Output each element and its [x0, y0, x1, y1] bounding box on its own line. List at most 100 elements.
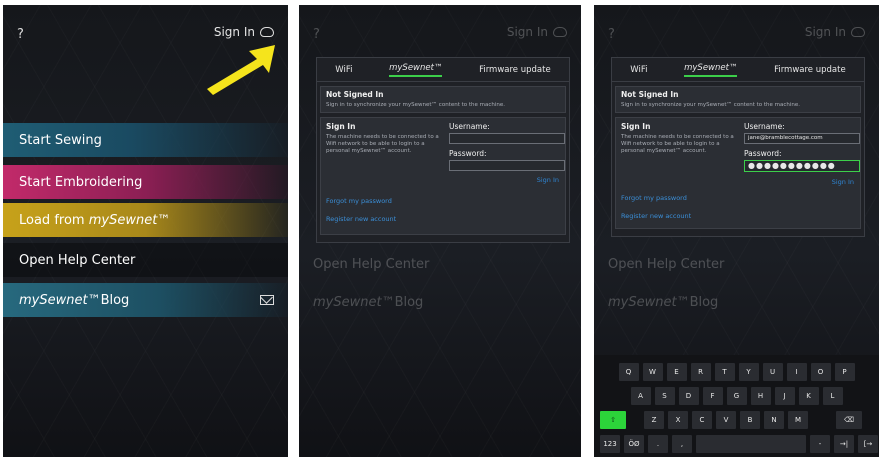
tab-firmware-update[interactable]: Firmware update — [479, 65, 551, 75]
start-sewing-button[interactable]: Start Sewing — [3, 123, 288, 157]
keyboard-row-2: A S D F G H J K L — [594, 387, 879, 405]
ghost-blog: mySewnet™ Blog — [608, 294, 719, 310]
key-l[interactable]: L — [822, 387, 843, 405]
dialog-tabs: WiFi mySewnet™ Firmware update — [317, 58, 569, 82]
help-button: ? — [313, 27, 320, 42]
register-account-link[interactable]: Register new account — [326, 215, 396, 223]
key-q[interactable]: Q — [618, 363, 639, 381]
key-e[interactable]: E — [666, 363, 687, 381]
key-shift[interactable]: ⇧ — [600, 411, 626, 429]
status-text: Sign in to synchronize your mySewnet™ co… — [621, 102, 801, 108]
key-x[interactable]: X — [668, 411, 688, 429]
password-input[interactable] — [449, 160, 565, 171]
key-t[interactable]: T — [714, 363, 735, 381]
on-screen-keyboard: Q W E R T Y U I O P A S D F G H J K L ⇧ … — [594, 355, 879, 457]
status-title: Not Signed In — [621, 90, 679, 99]
key-comma[interactable]: , — [672, 435, 692, 453]
login-box: Sign In The machine needs to be connecte… — [320, 117, 566, 235]
key-dash[interactable]: - — [810, 435, 830, 453]
forgot-password-link[interactable]: Forgot my password — [326, 197, 392, 205]
key-f[interactable]: F — [702, 387, 723, 405]
key-o[interactable]: O — [810, 363, 831, 381]
username-label: Username: — [744, 122, 785, 131]
sign-in-button[interactable]: Sign In — [214, 25, 274, 39]
key-enter[interactable]: [→ — [858, 435, 878, 453]
tab-wifi[interactable]: WiFi — [335, 65, 352, 75]
sign-in-submit-button[interactable]: Sign In — [832, 178, 854, 186]
ghost-help-center: Open Help Center — [313, 256, 430, 272]
key-backspace[interactable]: ⌫ — [836, 411, 862, 429]
key-i[interactable]: I — [786, 363, 807, 381]
key-period[interactable]: . — [648, 435, 668, 453]
ghost-blog: mySewnet™ Blog — [313, 294, 424, 310]
tab-wifi[interactable]: WiFi — [630, 65, 647, 75]
key-d[interactable]: D — [678, 387, 699, 405]
key-s[interactable]: S — [654, 387, 675, 405]
load-from-mysewnet-button[interactable]: Load from mySewnet™ — [3, 203, 288, 237]
keyboard-row-4: 123 ÖØ . , - →| [→ — [594, 435, 879, 453]
username-label: Username: — [449, 122, 490, 131]
mysewnet-dialog: WiFi mySewnet™ Firmware update Not Signe… — [316, 57, 570, 243]
mail-icon — [260, 295, 274, 305]
sign-in-submit-button[interactable]: Sign In — [537, 176, 559, 184]
key-r[interactable]: R — [690, 363, 711, 381]
key-y[interactable]: Y — [738, 363, 759, 381]
register-account-link[interactable]: Register new account — [621, 212, 691, 220]
key-g[interactable]: G — [726, 387, 747, 405]
sign-in-button: Sign In — [805, 25, 865, 39]
key-v[interactable]: V — [716, 411, 736, 429]
mysewnet-dialog: WiFi mySewnet™ Firmware update Not Signe… — [611, 57, 865, 237]
key-numbers[interactable]: 123 — [600, 435, 620, 453]
start-embroidering-button[interactable]: Start Embroidering — [3, 165, 288, 199]
tab-mysewnet[interactable]: mySewnet™ — [684, 63, 738, 77]
arrow-pointer-icon — [207, 45, 275, 95]
home-screen: ? Sign In Start Sewing Start Embroiderin… — [3, 5, 288, 457]
key-h[interactable]: H — [750, 387, 771, 405]
key-j[interactable]: J — [774, 387, 795, 405]
cloud-icon — [851, 27, 865, 37]
sign-in-filled-screen: ? Sign In Open Help Center mySewnet™ Blo… — [594, 5, 879, 457]
key-b[interactable]: B — [740, 411, 760, 429]
key-z[interactable]: Z — [644, 411, 664, 429]
keyboard-row-1: Q W E R T Y U I O P — [594, 363, 879, 381]
key-space[interactable] — [696, 435, 806, 453]
key-tab[interactable]: →| — [834, 435, 854, 453]
tab-mysewnet[interactable]: mySewnet™ — [389, 63, 443, 77]
password-input[interactable]: ●●●●●●●●●●● — [744, 160, 860, 172]
key-c[interactable]: C — [692, 411, 712, 429]
help-button[interactable]: ? — [17, 27, 24, 42]
password-label: Password: — [449, 149, 487, 158]
sign-in-button: Sign In — [507, 25, 567, 39]
password-label: Password: — [744, 149, 782, 158]
sign-in-label: Sign In — [213, 25, 255, 39]
username-input[interactable] — [449, 133, 565, 144]
open-help-center-button[interactable]: Open Help Center — [3, 243, 288, 277]
status-box: Not Signed In Sign in to synchronize you… — [320, 86, 566, 113]
key-m[interactable]: M — [788, 411, 808, 429]
key-w[interactable]: W — [642, 363, 663, 381]
help-button: ? — [608, 27, 615, 42]
mysewnet-blog-button[interactable]: mySewnet™ Blog — [3, 283, 288, 317]
login-title: Sign In — [621, 122, 651, 131]
key-special-chars[interactable]: ÖØ — [624, 435, 644, 453]
tab-firmware-update[interactable]: Firmware update — [774, 65, 846, 75]
cloud-icon — [260, 27, 274, 37]
status-title: Not Signed In — [326, 90, 384, 99]
username-input[interactable]: jane@bramblecottage.com — [744, 133, 860, 144]
key-k[interactable]: K — [798, 387, 819, 405]
login-text: The machine needs to be connected to a W… — [326, 134, 439, 154]
login-text: The machine needs to be connected to a W… — [621, 134, 734, 154]
forgot-password-link[interactable]: Forgot my password — [621, 194, 687, 202]
sign-in-screen: ? Sign In Open Help Center mySewnet™ Blo… — [299, 5, 581, 457]
status-text: Sign in to synchronize your mySewnet™ co… — [326, 102, 506, 108]
login-title: Sign In — [326, 122, 356, 131]
key-n[interactable]: N — [764, 411, 784, 429]
key-a[interactable]: A — [630, 387, 651, 405]
login-box: Sign In The machine needs to be connecte… — [615, 117, 861, 229]
status-box: Not Signed In Sign in to synchronize you… — [615, 86, 861, 113]
dialog-tabs: WiFi mySewnet™ Firmware update — [612, 58, 864, 82]
key-p[interactable]: P — [834, 363, 855, 381]
keyboard-row-3: ⇧ Z X C V B N M ⌫ — [594, 411, 879, 429]
key-u[interactable]: U — [762, 363, 783, 381]
ghost-help-center: Open Help Center — [608, 256, 725, 272]
